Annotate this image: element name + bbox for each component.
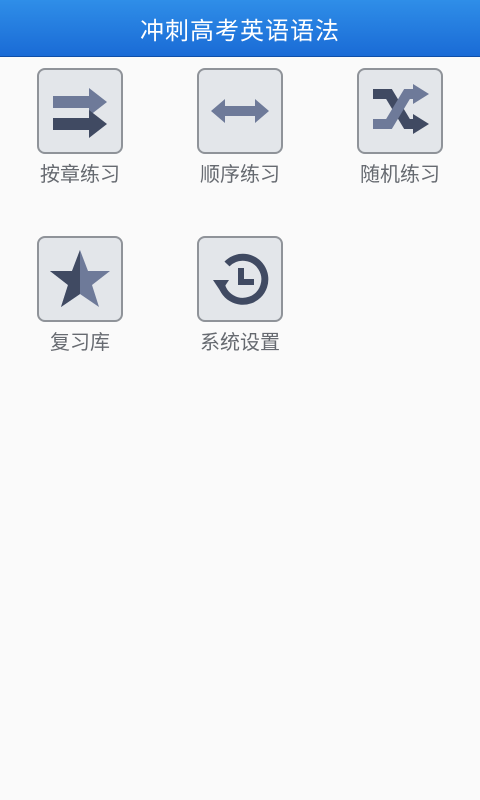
- tile-sequential-practice[interactable]: 顺序练习: [180, 68, 300, 187]
- parallel-arrows-icon: [53, 88, 107, 138]
- tile-chapter-practice[interactable]: 按章练习: [20, 68, 140, 187]
- app-title-bar: 冲刺高考英语语法: [0, 0, 480, 57]
- system-settings-button[interactable]: [197, 236, 283, 322]
- star-icon: [50, 250, 110, 307]
- tile-label-chapter-practice: 按章练习: [40, 162, 120, 186]
- tile-label-random-practice: 随机练习: [360, 162, 440, 186]
- tile-system-settings[interactable]: 系统设置: [180, 236, 300, 355]
- tile-random-practice[interactable]: 随机练习: [340, 68, 460, 187]
- double-arrow-icon: [211, 99, 269, 123]
- tile-review-bank[interactable]: 复习库: [20, 236, 140, 355]
- shuffle-icon: [373, 84, 429, 134]
- tile-label-sequential-practice: 顺序练习: [200, 162, 280, 186]
- random-practice-button[interactable]: [357, 68, 443, 154]
- history-icon: [213, 253, 269, 305]
- chapter-practice-button[interactable]: [37, 68, 123, 154]
- review-bank-button[interactable]: [37, 236, 123, 322]
- tile-label-review-bank: 复习库: [50, 330, 110, 354]
- tile-label-system-settings: 系统设置: [200, 330, 280, 354]
- app-title: 冲刺高考英语语法: [140, 16, 340, 45]
- sequential-practice-button[interactable]: [197, 68, 283, 154]
